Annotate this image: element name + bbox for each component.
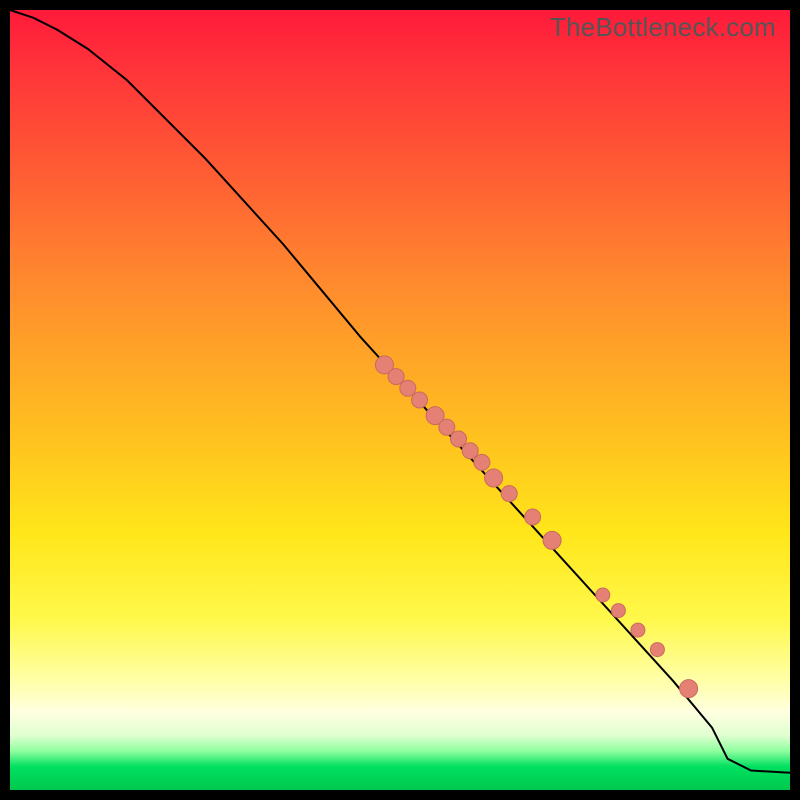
plot-area: TheBottleneck.com — [10, 10, 790, 790]
marker-dot — [485, 469, 503, 487]
marker-dot — [388, 369, 404, 385]
marker-dot — [462, 443, 478, 459]
marker-dot — [631, 623, 645, 637]
marker-group — [375, 356, 697, 698]
marker-dot — [451, 431, 467, 447]
marker-dot — [474, 454, 490, 470]
marker-dot — [525, 509, 541, 525]
chart-overlay — [10, 10, 790, 790]
marker-dot — [611, 604, 625, 618]
chart-frame: TheBottleneck.com — [0, 0, 800, 800]
marker-dot — [400, 380, 416, 396]
marker-dot — [650, 643, 664, 657]
marker-dot — [680, 680, 698, 698]
marker-dot — [501, 486, 517, 502]
marker-dot — [543, 531, 561, 549]
marker-dot — [596, 588, 610, 602]
marker-dot — [412, 392, 428, 408]
marker-dot — [439, 419, 455, 435]
